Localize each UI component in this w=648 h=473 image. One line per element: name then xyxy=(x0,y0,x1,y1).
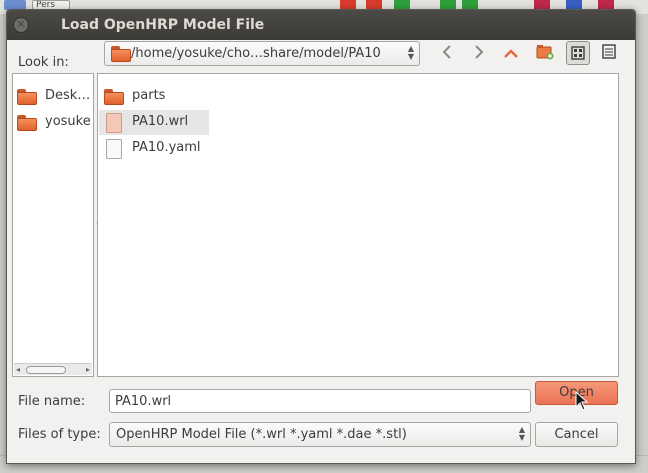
chevron-up-icon xyxy=(504,49,518,58)
folder-icon xyxy=(111,46,131,62)
look-in-path: /home/yosuke/cho…share/model/PA10 xyxy=(131,46,381,61)
detail-view-button[interactable] xyxy=(598,41,622,65)
file-item-label: PA10.yaml xyxy=(132,140,201,155)
vrml-file-icon xyxy=(106,113,122,133)
text-file-icon xyxy=(106,139,122,159)
new-folder-button[interactable] xyxy=(534,44,556,64)
scrollbar-thumb[interactable] xyxy=(26,366,66,374)
list-view-icon xyxy=(602,44,616,59)
files-of-type-value: OpenHRP Model File (*.wrl *.yaml *.dae *… xyxy=(116,427,407,442)
sidebar-item-yosuke[interactable]: yosuke xyxy=(13,111,93,135)
file-item-pa10-yaml[interactable]: PA10.yaml xyxy=(99,136,219,161)
dialog-title: Load OpenHRP Model File xyxy=(61,17,265,33)
combo-updown-icon: ▲ ▼ xyxy=(518,425,525,442)
close-window-icon[interactable]: × xyxy=(13,17,29,33)
file-item-label: PA10.wrl xyxy=(132,114,189,129)
chevron-left-icon xyxy=(442,45,451,59)
icon-view-button[interactable] xyxy=(566,41,590,65)
mouse-pointer-icon xyxy=(575,391,589,411)
parent-directory-button[interactable] xyxy=(500,44,522,64)
file-name-input[interactable] xyxy=(109,389,531,413)
scroll-left-icon[interactable]: ◂ xyxy=(16,364,20,376)
background-right-panel xyxy=(636,14,648,455)
file-item-label: parts xyxy=(132,88,166,103)
sidebar-horizontal-scrollbar[interactable]: ◂ ▸ xyxy=(14,363,92,375)
folder-icon xyxy=(17,89,37,105)
combo-updown-icon: ▲ ▼ xyxy=(407,44,414,61)
look-in-combo[interactable]: /home/yosuke/cho…share/model/PA10 ▲ ▼ xyxy=(104,41,420,66)
sidebar-item-label: yosuke xyxy=(45,114,91,129)
chevron-right-icon xyxy=(475,45,484,59)
look-in-label: Look in: xyxy=(18,55,69,70)
folder-icon xyxy=(17,115,37,131)
file-list: parts PA10.wrl PA10.yaml xyxy=(97,73,619,377)
file-item-pa10-wrl[interactable]: PA10.wrl xyxy=(99,110,209,135)
cancel-button[interactable]: Cancel xyxy=(535,422,618,447)
file-item-parts[interactable]: parts xyxy=(99,84,219,109)
places-sidebar: Desk… yosuke ◂ ▸ xyxy=(12,73,94,377)
files-of-type-label: Files of type: xyxy=(18,427,101,442)
file-name-label: File name: xyxy=(18,394,86,409)
dialog-titlebar: × Load OpenHRP Model File xyxy=(7,10,635,40)
new-folder-icon xyxy=(536,45,554,60)
grid-view-icon xyxy=(571,46,585,60)
sidebar-item-desktop[interactable]: Desk… xyxy=(13,85,93,109)
files-of-type-combo[interactable]: OpenHRP Model File (*.wrl *.yaml *.dae *… xyxy=(109,422,531,447)
forward-button[interactable] xyxy=(468,44,490,64)
back-button[interactable] xyxy=(436,44,458,64)
folder-icon xyxy=(104,89,124,105)
sidebar-item-label: Desk… xyxy=(45,88,91,103)
scroll-right-icon[interactable]: ▸ xyxy=(86,364,90,376)
